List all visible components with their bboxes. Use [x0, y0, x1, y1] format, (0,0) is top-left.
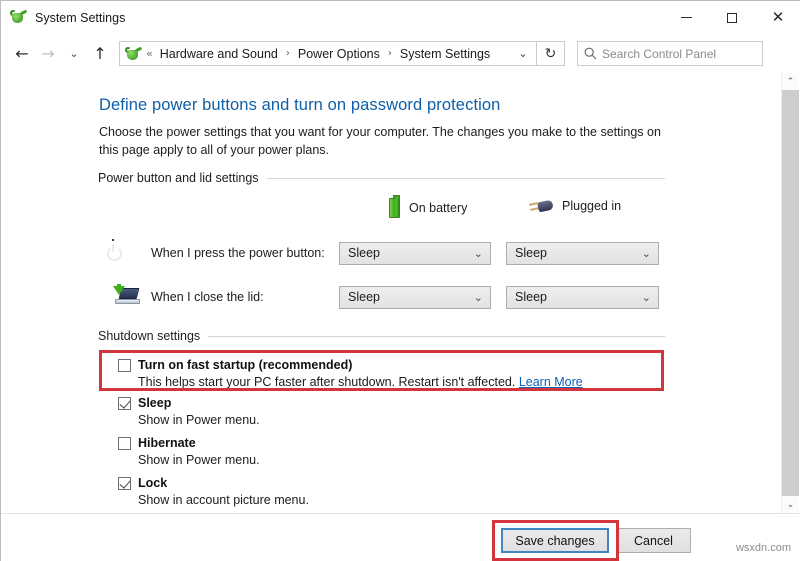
chevron-down-icon: ⌄	[474, 291, 483, 304]
recent-locations-button[interactable]: ⌄	[61, 39, 87, 69]
breadcrumb-separator-icon[interactable]: ›	[280, 48, 296, 59]
window-controls: ✕	[663, 1, 800, 34]
breadcrumb-item-power-options[interactable]: Power Options	[296, 46, 382, 62]
close-lid-plugged-in-dropdown[interactable]: Sleep ⌄	[506, 286, 659, 309]
sleep-label: Sleep	[138, 396, 171, 410]
column-label-plugged-in: Plugged in	[562, 199, 621, 213]
minimize-button[interactable]	[663, 1, 709, 34]
chevron-down-icon[interactable]: ⌄	[514, 42, 532, 65]
chevron-down-icon: ⌄	[642, 291, 651, 304]
footer-bar: Save changes Cancel wsxdn.com	[1, 513, 800, 561]
breadcrumb-item-system-settings[interactable]: System Settings	[398, 46, 492, 62]
search-icon	[578, 47, 602, 60]
fast-startup-description-text: This helps start your PC faster after sh…	[138, 375, 515, 389]
hibernate-description: Show in Power menu.	[138, 453, 260, 467]
close-lid-on-battery-dropdown[interactable]: Sleep ⌄	[339, 286, 491, 309]
vertical-scrollbar[interactable]: ⌃ ⌄	[781, 73, 798, 513]
address-control-panel-icon	[125, 46, 141, 62]
column-label-on-battery: On battery	[409, 201, 467, 215]
breadcrumb-overflow-icon[interactable]: «	[141, 47, 158, 60]
fast-startup-description: This helps start your PC faster after sh…	[138, 375, 583, 389]
watermark: wsxdn.com	[736, 542, 791, 554]
power-button-plugged-in-value: Sleep	[515, 246, 547, 260]
section-divider	[208, 336, 665, 337]
forward-button[interactable]: →	[35, 39, 61, 69]
page-description: Choose the power settings that you want …	[99, 123, 679, 159]
power-button-row-label: When I press the power button:	[151, 246, 325, 260]
save-changes-button[interactable]: Save changes	[501, 528, 609, 553]
breadcrumb-item-hardware-and-sound[interactable]: Hardware and Sound	[158, 46, 280, 62]
hibernate-checkbox[interactable]	[118, 437, 131, 450]
power-section-heading: Power button and lid settings	[98, 171, 665, 185]
power-section-label: Power button and lid settings	[98, 171, 259, 185]
lock-label: Lock	[138, 476, 167, 490]
lock-description: Show in account picture menu.	[138, 493, 309, 507]
close-lid-row-label: When I close the lid:	[151, 290, 264, 304]
minimize-icon	[681, 17, 692, 18]
close-button[interactable]: ✕	[755, 1, 800, 34]
sleep-checkbox[interactable]	[118, 397, 131, 410]
setting-row-power-button: When I press the power button: Sleep ⌄ S…	[1, 236, 701, 270]
back-button[interactable]: ←	[9, 39, 35, 69]
power-button-icon	[113, 240, 139, 266]
system-settings-window: System Settings ✕ ← → ⌄ ↑ « Hardware and…	[0, 0, 800, 561]
scrollbar-thumb[interactable]	[782, 90, 799, 496]
window-title: System Settings	[35, 11, 125, 25]
power-plug-icon	[529, 198, 553, 214]
sleep-description: Show in Power menu.	[138, 413, 260, 427]
power-button-plugged-in-dropdown[interactable]: Sleep ⌄	[506, 242, 659, 265]
maximize-button[interactable]	[709, 1, 755, 34]
content-area: Define power buttons and turn on passwor…	[1, 73, 800, 513]
laptop-lid-icon	[113, 284, 139, 310]
chevron-down-icon: ⌄	[642, 247, 651, 260]
section-divider	[267, 178, 665, 179]
learn-more-link[interactable]: Learn More	[519, 375, 583, 389]
column-header-on-battery: On battery	[389, 198, 467, 218]
page-title: Define power buttons and turn on passwor…	[99, 96, 500, 115]
lock-checkbox[interactable]	[118, 477, 131, 490]
maximize-icon	[727, 13, 737, 23]
fast-startup-label: Turn on fast startup (recommended)	[138, 358, 352, 372]
scroll-down-button[interactable]: ⌄	[782, 496, 799, 513]
power-button-on-battery-dropdown[interactable]: Sleep ⌄	[339, 242, 491, 265]
search-placeholder: Search Control Panel	[602, 47, 716, 61]
close-lid-on-battery-value: Sleep	[348, 290, 380, 304]
refresh-button[interactable]: ↻	[537, 41, 565, 66]
title-bar: System Settings ✕	[1, 1, 800, 34]
cancel-button[interactable]: Cancel	[616, 528, 691, 553]
close-lid-plugged-in-value: Sleep	[515, 290, 547, 304]
column-headers: On battery Plugged in	[1, 198, 701, 222]
power-button-on-battery-value: Sleep	[348, 246, 380, 260]
control-panel-icon	[10, 9, 28, 27]
shutdown-section-label: Shutdown settings	[98, 329, 200, 343]
fast-startup-checkbox[interactable]	[118, 359, 131, 372]
up-button[interactable]: ↑	[87, 39, 113, 69]
hibernate-label: Hibernate	[138, 436, 196, 450]
chevron-down-icon: ⌄	[474, 247, 483, 260]
close-icon: ✕	[772, 10, 785, 25]
navigation-bar: ← → ⌄ ↑ « Hardware and Sound › Power Opt…	[1, 34, 800, 73]
search-box[interactable]: Search Control Panel	[577, 41, 763, 66]
scroll-up-button[interactable]: ⌃	[782, 73, 799, 90]
column-header-plugged-in: Plugged in	[529, 198, 621, 214]
battery-icon	[389, 198, 400, 218]
shutdown-section-heading: Shutdown settings	[98, 329, 665, 343]
setting-row-close-lid: When I close the lid: Sleep ⌄ Sleep ⌄	[1, 280, 701, 314]
breadcrumb-separator-icon[interactable]: ›	[382, 48, 398, 59]
address-bar[interactable]: « Hardware and Sound › Power Options › S…	[119, 41, 537, 66]
